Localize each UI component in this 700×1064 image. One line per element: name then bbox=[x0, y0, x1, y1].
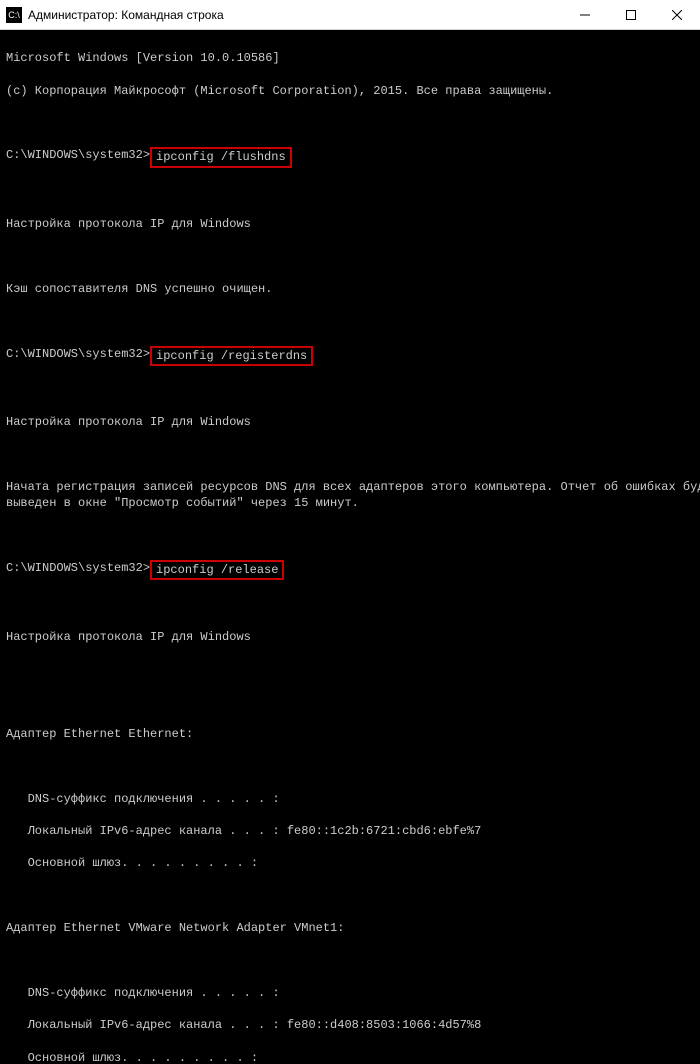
version-line: Microsoft Windows [Version 10.0.10586] bbox=[6, 50, 694, 66]
window-titlebar: C:\ Администратор: Командная строка bbox=[0, 0, 700, 30]
blank-line bbox=[6, 184, 694, 200]
blank-line bbox=[6, 115, 694, 131]
command-line-2: C:\WINDOWS\system32>ipconfig /registerdn… bbox=[6, 346, 694, 366]
window-controls bbox=[562, 0, 700, 29]
blank-line bbox=[6, 382, 694, 398]
cmd-icon: C:\ bbox=[6, 7, 22, 23]
blank-line bbox=[6, 528, 694, 544]
blank-line bbox=[6, 248, 694, 264]
blank-line bbox=[6, 447, 694, 463]
terminal-output[interactable]: Microsoft Windows [Version 10.0.10586] (… bbox=[0, 30, 700, 1064]
blank-line bbox=[6, 888, 694, 904]
highlighted-command-2: ipconfig /registerdns bbox=[150, 346, 313, 366]
adapter-2-gateway: Основной шлюз. . . . . . . . . : bbox=[6, 1050, 694, 1064]
adapter-2-ipv6: Локальный IPv6-адрес канала . . . : fe80… bbox=[6, 1017, 694, 1033]
blank-line bbox=[6, 661, 694, 677]
prompt: C:\WINDOWS\system32> bbox=[6, 346, 150, 362]
ip-header: Настройка протокола IP для Windows bbox=[6, 216, 694, 232]
adapter-1-title: Адаптер Ethernet Ethernet: bbox=[6, 726, 694, 742]
ip-header: Настройка протокола IP для Windows bbox=[6, 629, 694, 645]
command-line-1: C:\WINDOWS\system32>ipconfig /flushdns bbox=[6, 147, 694, 167]
blank-line bbox=[6, 313, 694, 329]
blank-line bbox=[6, 694, 694, 710]
adapter-2-title: Адаптер Ethernet VMware Network Adapter … bbox=[6, 920, 694, 936]
highlighted-command-1: ipconfig /flushdns bbox=[150, 147, 292, 167]
minimize-button[interactable] bbox=[562, 0, 608, 30]
close-button[interactable] bbox=[654, 0, 700, 30]
flush-result: Кэш сопоставителя DNS успешно очищен. bbox=[6, 281, 694, 297]
command-line-3: C:\WINDOWS\system32>ipconfig /release bbox=[6, 560, 694, 580]
adapter-1-dns: DNS-суффикс подключения . . . . . : bbox=[6, 791, 694, 807]
blank-line bbox=[6, 596, 694, 612]
adapter-1-ipv6: Локальный IPv6-адрес канала . . . : fe80… bbox=[6, 823, 694, 839]
prompt: C:\WINDOWS\system32> bbox=[6, 147, 150, 163]
register-result: Начата регистрация записей ресурсов DNS … bbox=[6, 479, 694, 511]
window-title: Администратор: Командная строка bbox=[28, 8, 562, 22]
blank-line bbox=[6, 953, 694, 969]
ip-header: Настройка протокола IP для Windows bbox=[6, 414, 694, 430]
adapter-1-gateway: Основной шлюз. . . . . . . . . : bbox=[6, 855, 694, 871]
blank-line bbox=[6, 758, 694, 774]
adapter-2-dns: DNS-суффикс подключения . . . . . : bbox=[6, 985, 694, 1001]
copyright-line: (c) Корпорация Майкрософт (Microsoft Cor… bbox=[6, 83, 694, 99]
maximize-button[interactable] bbox=[608, 0, 654, 30]
prompt: C:\WINDOWS\system32> bbox=[6, 560, 150, 576]
highlighted-command-3: ipconfig /release bbox=[150, 560, 284, 580]
